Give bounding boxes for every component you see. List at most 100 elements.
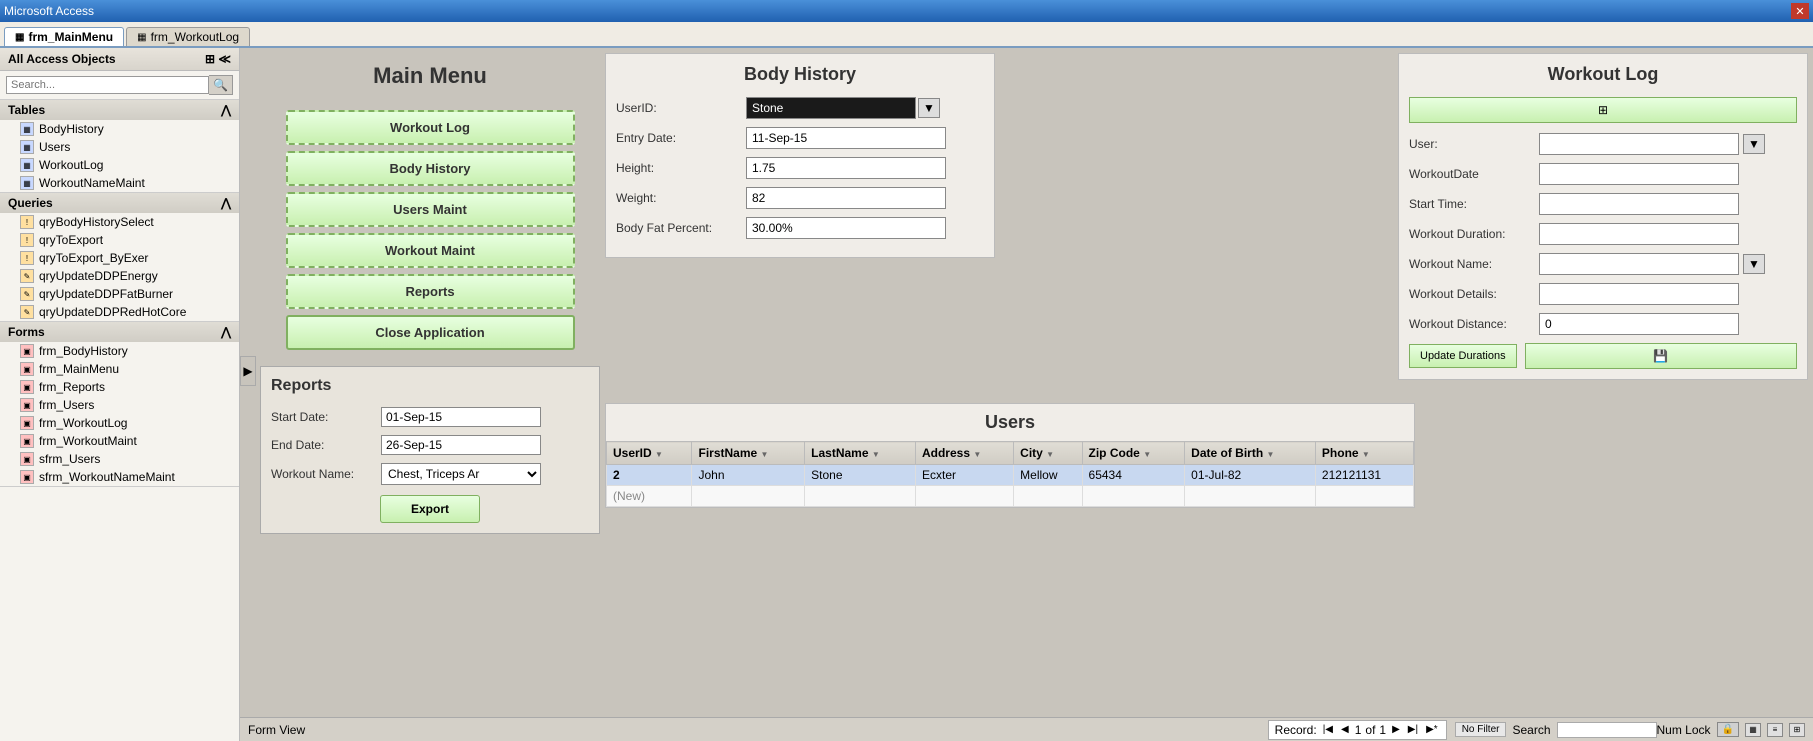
sidebar-item-qryupdateddpenergy[interactable]: ✎ qryUpdateDDPEnergy <box>0 267 239 285</box>
table-icon: ▦ <box>20 122 34 136</box>
num-lock-button[interactable]: 🔒 <box>1717 722 1739 737</box>
sort-icon: ▼ <box>1362 450 1370 459</box>
query-icon: ! <box>20 233 34 247</box>
workout-maint-button[interactable]: Workout Maint <box>286 233 575 268</box>
cell-empty <box>915 486 1013 507</box>
close-application-button[interactable]: Close Application <box>286 315 575 350</box>
sidebar-item-workoutlog[interactable]: ▦ WorkoutLog <box>0 156 239 174</box>
sidebar-item-workoutnamemaint[interactable]: ▦ WorkoutNameMaint <box>0 174 239 192</box>
view-icon-3[interactable]: ⊞ <box>1789 723 1805 737</box>
workoutname-dropdown[interactable]: ▼ <box>1743 254 1765 274</box>
workout-name-row: Workout Name: Chest, Triceps Ar <box>271 463 589 485</box>
update-durations-button[interactable]: Update Durations <box>1409 344 1517 368</box>
workout-log-button[interactable]: Workout Log <box>286 110 575 145</box>
workoutduration-input[interactable] <box>1539 223 1739 245</box>
view-icon-2[interactable]: ≡ <box>1767 723 1783 737</box>
workoutdetails-row: Workout Details: <box>1409 283 1797 305</box>
height-input[interactable] <box>746 157 946 179</box>
workoutdetails-input[interactable] <box>1539 283 1739 305</box>
cell-empty <box>805 486 916 507</box>
tab-frm-workoutlog[interactable]: ▦ frm_WorkoutLog <box>126 27 250 46</box>
col-header-userid[interactable]: UserID ▼ <box>607 442 692 465</box>
user-input[interactable] <box>1539 133 1739 155</box>
sidebar-item-bodyhistory[interactable]: ▦ BodyHistory <box>0 120 239 138</box>
sidebar-item-qryupdateddpredhotcore[interactable]: ✎ qryUpdateDDPRedHotCore <box>0 303 239 321</box>
form-icon: ▣ <box>20 380 34 394</box>
starttime-input[interactable] <box>1539 193 1739 215</box>
workoutdate-row: WorkoutDate <box>1409 163 1797 185</box>
sidebar-item-qryupdateddpfatburner[interactable]: ✎ qryUpdateDDPFatBurner <box>0 285 239 303</box>
update-dur-row: Update Durations 💾 <box>1409 343 1797 369</box>
save-button[interactable]: 💾 <box>1525 343 1797 369</box>
sort-icon: ▼ <box>1143 450 1151 459</box>
body-history-button[interactable]: Body History <box>286 151 575 186</box>
save-icon: 💾 <box>1653 349 1668 363</box>
sidebar-item-frm-bodyhistory[interactable]: ▣ frm_BodyHistory <box>0 342 239 360</box>
workoutdate-input[interactable] <box>1539 163 1739 185</box>
col-header-dateofbirth[interactable]: Date of Birth ▼ <box>1185 442 1316 465</box>
content-area: Main Menu Workout Log Body History Users… <box>240 48 1813 741</box>
workout-name-select[interactable]: Chest, Triceps Ar <box>381 463 541 485</box>
table-row-new[interactable]: (New) <box>607 486 1414 507</box>
sidebar-section-queries: Queries ⋀ ! qryBodyHistorySelect ! qryTo… <box>0 193 239 322</box>
sidebar-item-qrytoexport[interactable]: ! qryToExport <box>0 231 239 249</box>
search-button[interactable]: 🔍 <box>209 75 233 95</box>
col-header-address[interactable]: Address ▼ <box>915 442 1013 465</box>
start-date-input[interactable] <box>381 407 541 427</box>
tab-frm-mainmenu[interactable]: ▦ frm_MainMenu <box>4 27 124 46</box>
col-header-phone[interactable]: Phone ▼ <box>1315 442 1413 465</box>
userid-input-group: ▼ <box>746 97 940 119</box>
user-dropdown[interactable]: ▼ <box>1743 134 1765 154</box>
workoutname-input[interactable] <box>1539 253 1739 275</box>
col-header-lastname[interactable]: LastName ▼ <box>805 442 916 465</box>
userid-input[interactable] <box>746 97 916 119</box>
sidebar-item-frm-users[interactable]: ▣ frm_Users <box>0 396 239 414</box>
body-fat-input[interactable] <box>746 217 946 239</box>
reports-button[interactable]: Reports <box>286 274 575 309</box>
sidebar-tables-header[interactable]: Tables ⋀ <box>0 100 239 120</box>
view-icon-1[interactable]: ▦ <box>1745 723 1761 737</box>
sidebar-queries-header[interactable]: Queries ⋀ <box>0 193 239 213</box>
sidebar-item-users[interactable]: ▦ Users <box>0 138 239 156</box>
sidebar-forms-header[interactable]: Forms ⋀ <box>0 322 239 342</box>
prev-record-button[interactable]: ◀ <box>1339 724 1351 735</box>
sidebar-expand-arrow[interactable]: ▶ <box>240 356 256 386</box>
workoutdistance-input[interactable] <box>1539 313 1739 335</box>
sidebar-item-sfrm-users[interactable]: ▣ sfrm_Users <box>0 450 239 468</box>
user-row: User: ▼ <box>1409 133 1797 155</box>
body-history-title: Body History <box>616 64 984 85</box>
sidebar-item-sfrm-workoutnamemaint[interactable]: ▣ sfrm_WorkoutNameMaint <box>0 468 239 486</box>
entry-date-input[interactable] <box>746 127 946 149</box>
sidebar-item-frm-mainmenu[interactable]: ▣ frm_MainMenu <box>0 360 239 378</box>
form-icon: ▣ <box>20 344 34 358</box>
sidebar-item-qrytoexport-byexer[interactable]: ! qryToExport_ByExer <box>0 249 239 267</box>
table-row[interactable]: 2 John Stone Ecxter <box>607 465 1414 486</box>
last-record-button[interactable]: ▶| <box>1406 724 1420 735</box>
close-button[interactable]: ✕ <box>1791 3 1809 19</box>
form-icon: ▣ <box>20 434 34 448</box>
reports-title: Reports <box>271 377 589 395</box>
sidebar-item-qrybodyhistoryselect[interactable]: ! qryBodyHistorySelect <box>0 213 239 231</box>
sidebar-item-frm-workoutlog[interactable]: ▣ frm_WorkoutLog <box>0 414 239 432</box>
col-header-firstname[interactable]: FirstName ▼ <box>692 442 805 465</box>
no-filter-button[interactable]: No Filter <box>1455 722 1507 737</box>
col-header-city[interactable]: City ▼ <box>1014 442 1082 465</box>
weight-input[interactable] <box>746 187 946 209</box>
sidebar-item-frm-reports[interactable]: ▣ frm_Reports <box>0 378 239 396</box>
new-record-button[interactable]: ⊞ <box>1409 97 1797 123</box>
users-maint-button[interactable]: Users Maint <box>286 192 575 227</box>
form-icon: ▣ <box>20 398 34 412</box>
userid-dropdown[interactable]: ▼ <box>918 98 940 118</box>
search-input[interactable] <box>6 76 209 94</box>
search-field[interactable] <box>1557 722 1657 738</box>
end-date-input[interactable] <box>381 435 541 455</box>
new-record-nav-button[interactable]: ▶* <box>1424 724 1440 735</box>
first-record-button[interactable]: |◀ <box>1321 724 1335 735</box>
sidebar-item-frm-workoutmaint[interactable]: ▣ frm_WorkoutMaint <box>0 432 239 450</box>
query-icon: ✎ <box>20 287 34 301</box>
export-button[interactable]: Export <box>380 495 480 523</box>
status-bar: Form View Record: |◀ ◀ 1 of 1 ▶ ▶| ▶* No… <box>240 717 1813 741</box>
sidebar-content: Tables ⋀ ▦ BodyHistory ▦ Users ▦ Workout… <box>0 100 239 741</box>
col-header-zipcode[interactable]: Zip Code ▼ <box>1082 442 1185 465</box>
next-record-button[interactable]: ▶ <box>1390 724 1402 735</box>
